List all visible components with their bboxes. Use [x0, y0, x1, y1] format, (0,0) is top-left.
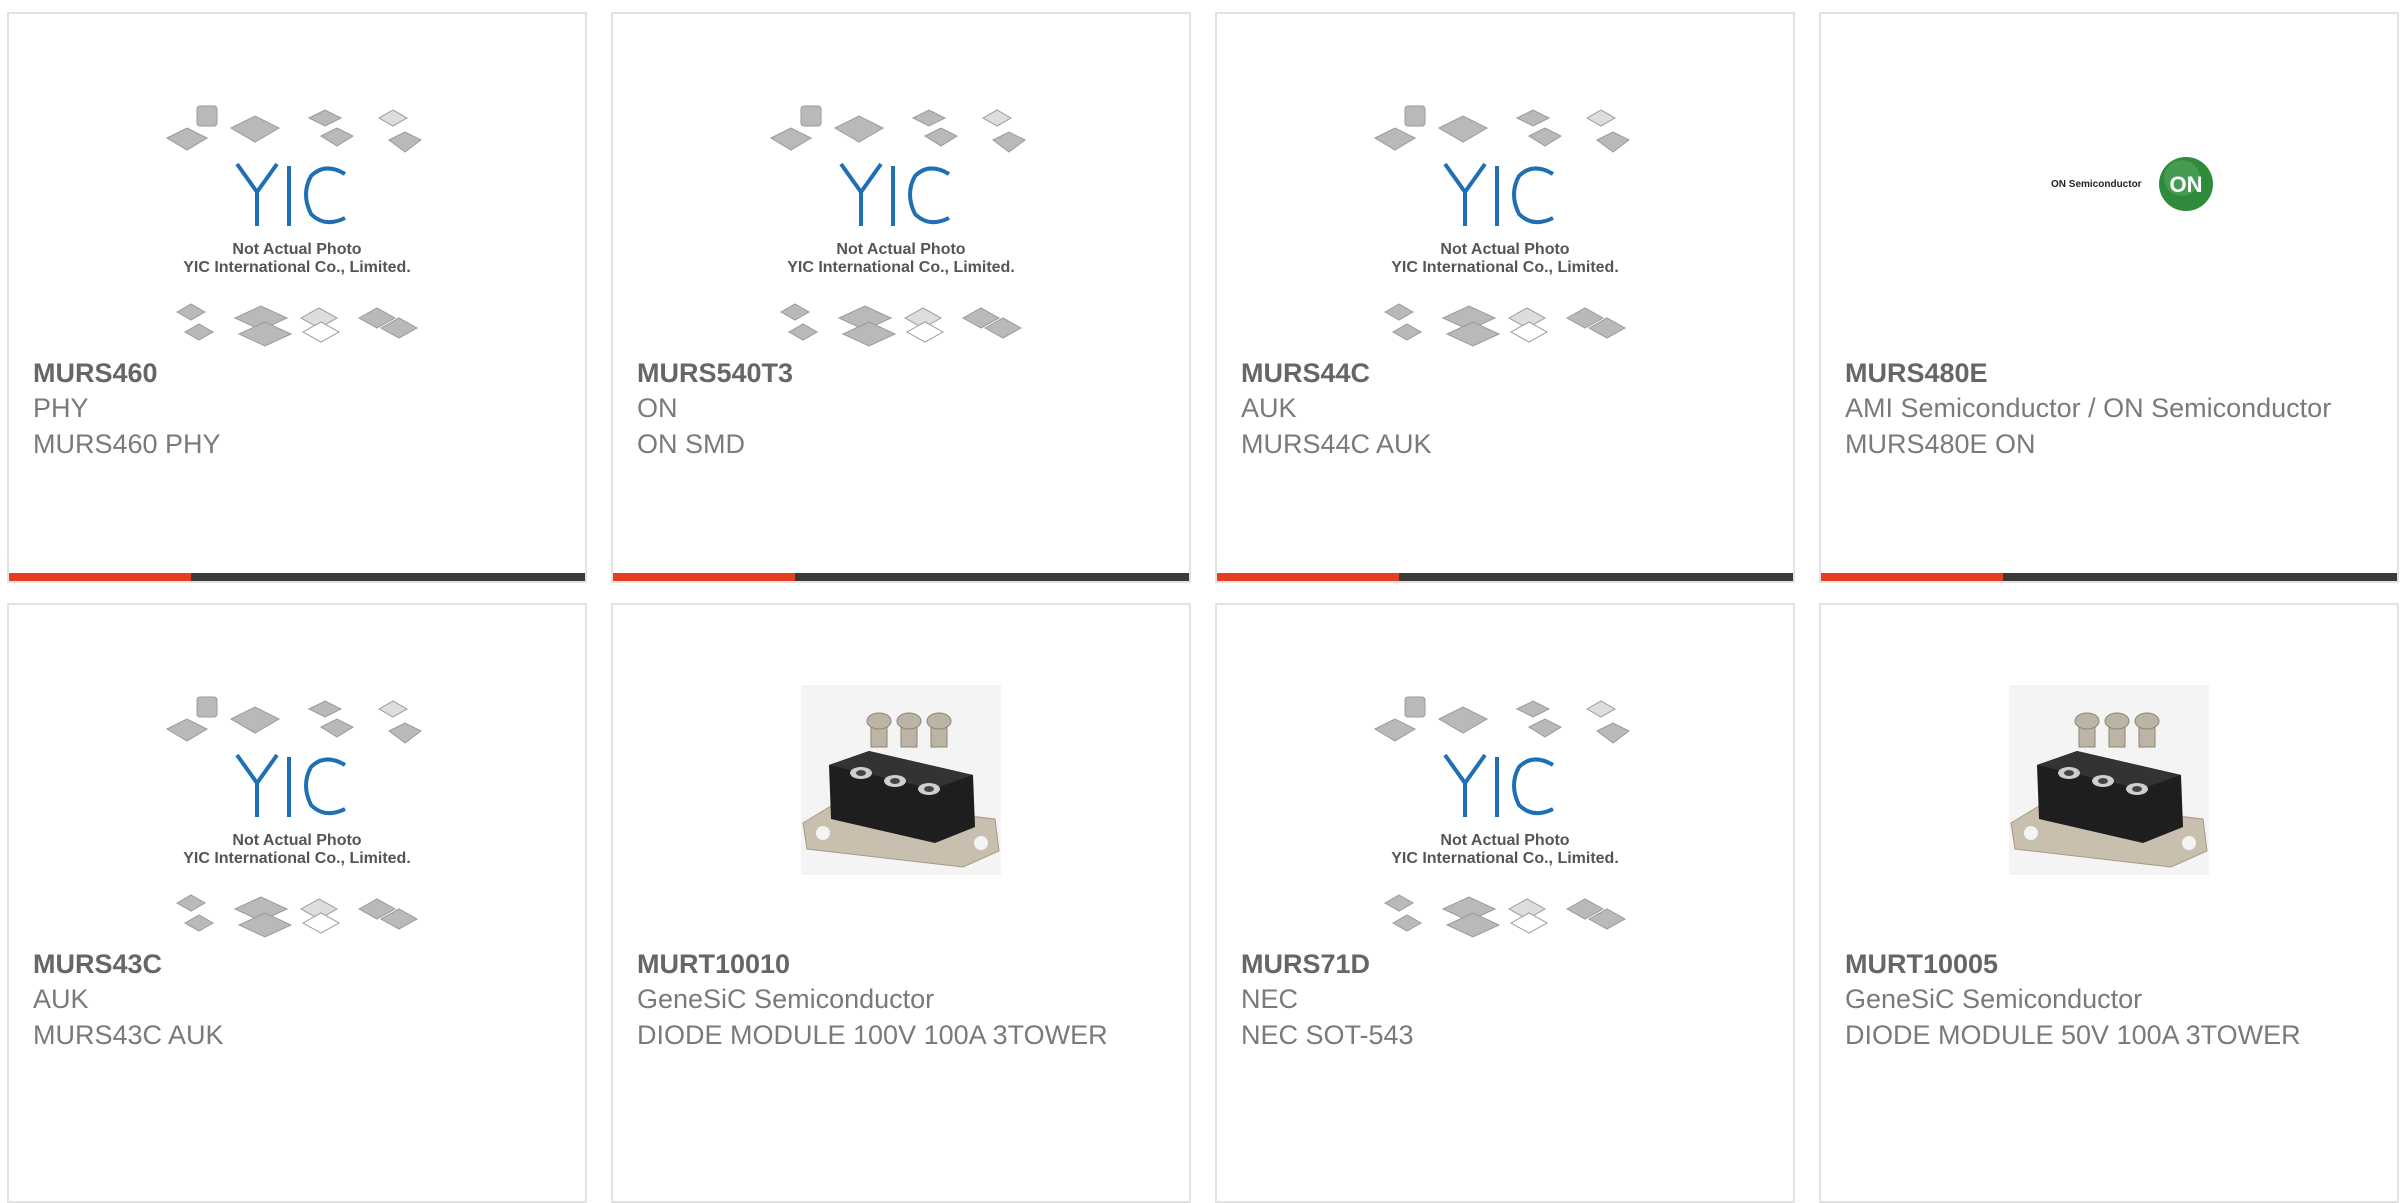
- product-manufacturer: GeneSiC Semiconductor: [637, 984, 935, 1014]
- product-manufacturer: PHY: [33, 393, 89, 423]
- product-manufacturer: GeneSiC Semiconductor: [1845, 984, 2143, 1014]
- product-card[interactable]: ON Semiconductor ON MURS480E AMI Semicon…: [1819, 12, 2399, 583]
- product-part-number[interactable]: MURS460: [33, 356, 561, 390]
- product-part-number[interactable]: MURS480E: [1845, 356, 2373, 390]
- product-image[interactable]: Not Actual Photo YIC International Co., …: [1217, 605, 1793, 940]
- placeholder-caption-line1: Not Actual Photo: [232, 832, 361, 849]
- product-description: MURS480E ON: [1845, 429, 2036, 459]
- product-part-number[interactable]: MURS43C: [33, 947, 561, 981]
- product-description: DIODE MODULE 50V 100A 3TOWER: [1845, 1020, 2301, 1050]
- product-image[interactable]: Not Actual Photo YIC International Co., …: [9, 14, 585, 349]
- placeholder-caption-line2: YIC International Co., Limited.: [183, 259, 411, 276]
- product-grid: Not Actual Photo YIC International Co., …: [0, 0, 2400, 1203]
- product-image[interactable]: Not Actual Photo YIC International Co., …: [1217, 14, 1793, 349]
- placeholder-caption-line2: YIC International Co., Limited.: [787, 259, 1015, 276]
- product-image[interactable]: [1821, 605, 2397, 940]
- product-manufacturer: ON: [637, 393, 678, 423]
- product-part-number[interactable]: MURS44C: [1241, 356, 1769, 390]
- product-image[interactable]: ON Semiconductor ON: [1821, 14, 2397, 349]
- card-footer-bar: [9, 573, 585, 581]
- card-footer-bar: [1821, 573, 2397, 581]
- product-part-number[interactable]: MURS540T3: [637, 356, 1165, 390]
- placeholder-caption-line2: YIC International Co., Limited.: [1391, 850, 1619, 867]
- card-footer-bar: [613, 573, 1189, 581]
- product-description: NEC SOT-543: [1241, 1020, 1414, 1050]
- product-description: DIODE MODULE 100V 100A 3TOWER: [637, 1020, 1108, 1050]
- product-image[interactable]: Not Actual Photo YIC International Co., …: [613, 14, 1189, 349]
- placeholder-caption-line1: Not Actual Photo: [1440, 832, 1569, 849]
- product-part-number[interactable]: MURS71D: [1241, 947, 1769, 981]
- product-card[interactable]: Not Actual Photo YIC International Co., …: [7, 603, 587, 1203]
- placeholder-caption-line1: Not Actual Photo: [836, 241, 965, 258]
- product-part-number[interactable]: MURT10010: [637, 947, 1165, 981]
- product-image[interactable]: Not Actual Photo YIC International Co., …: [9, 605, 585, 940]
- product-description: MURS44C AUK: [1241, 429, 1432, 459]
- placeholder-caption-line1: Not Actual Photo: [1440, 241, 1569, 258]
- product-card[interactable]: Not Actual Photo YIC International Co., …: [1215, 603, 1795, 1203]
- product-image[interactable]: [613, 605, 1189, 940]
- product-card[interactable]: Not Actual Photo YIC International Co., …: [611, 12, 1191, 583]
- product-part-number[interactable]: MURT10005: [1845, 947, 2373, 981]
- product-manufacturer: AMI Semiconductor / ON Semiconductor: [1845, 393, 2332, 423]
- product-card[interactable]: Not Actual Photo YIC International Co., …: [1215, 12, 1795, 583]
- product-card[interactable]: MURT10010 GeneSiC Semiconductor DIODE MO…: [611, 603, 1191, 1203]
- product-description: ON SMD: [637, 429, 745, 459]
- product-description: MURS460 PHY: [33, 429, 221, 459]
- product-card[interactable]: Not Actual Photo YIC International Co., …: [7, 12, 587, 583]
- placeholder-caption-line1: Not Actual Photo: [232, 241, 361, 258]
- product-card[interactable]: MURT10005 GeneSiC Semiconductor DIODE MO…: [1819, 603, 2399, 1203]
- on-semiconductor-logo-text: ON Semiconductor: [2051, 179, 2142, 190]
- placeholder-caption-line2: YIC International Co., Limited.: [183, 850, 411, 867]
- product-manufacturer: AUK: [33, 984, 89, 1014]
- card-footer-bar: [1217, 573, 1793, 581]
- product-manufacturer: NEC: [1241, 984, 1299, 1014]
- product-description: MURS43C AUK: [33, 1020, 224, 1050]
- placeholder-caption-line2: YIC International Co., Limited.: [1391, 259, 1619, 276]
- on-logo-badge-text: ON: [2170, 172, 2203, 197]
- product-manufacturer: AUK: [1241, 393, 1297, 423]
